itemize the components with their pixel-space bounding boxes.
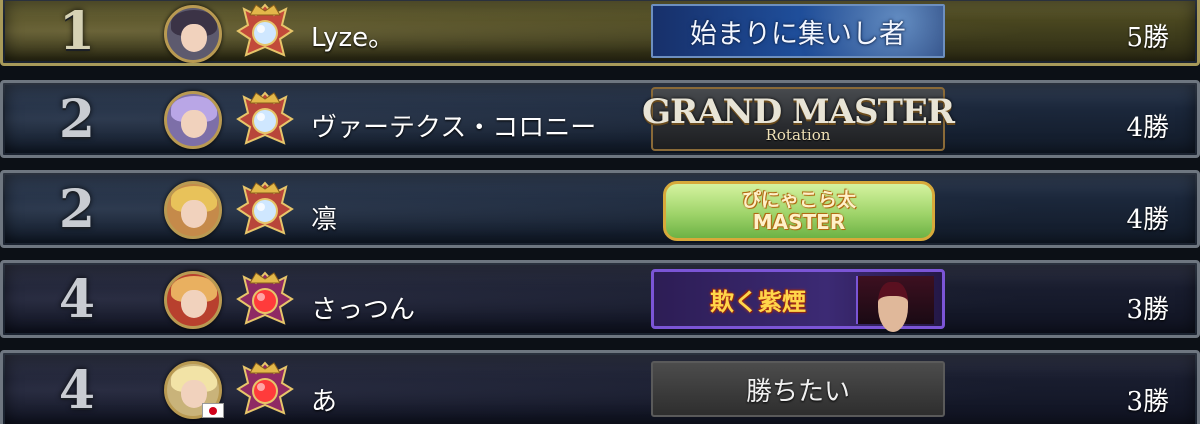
ranking-board: 1 Lyze。 始まりに集いし者 5勝 2 ヴァーテクス・コロニー GRAND … xyxy=(0,0,1200,424)
player-name: Lyze。 xyxy=(311,23,395,53)
rank-emblem-icon xyxy=(236,91,294,145)
player-avatar[interactable] xyxy=(164,181,222,239)
win-count: 3勝 xyxy=(1126,387,1169,417)
rank-number: 2 xyxy=(58,88,96,150)
japan-flag-icon xyxy=(202,403,224,418)
player-name: ヴァーテクス・コロニー xyxy=(311,113,597,143)
title-badge: 始まりに集いし者 xyxy=(651,4,945,58)
title-badge-subtext: Rotation xyxy=(765,126,831,144)
title-badge: 欺く紫煙 xyxy=(651,269,945,332)
rank-emblem-icon xyxy=(236,271,294,325)
ranking-row-5[interactable]: 4 あ 勝ちたい 3勝 xyxy=(0,350,1200,424)
win-count: 4勝 xyxy=(1126,205,1169,235)
ranking-row-4[interactable]: 4 さっつん 欺く紫煙 3勝 xyxy=(0,260,1200,338)
title-badge: ぴにゃこら太 MASTER xyxy=(663,181,935,241)
player-name: あ xyxy=(311,387,338,417)
player-avatar[interactable] xyxy=(164,271,222,329)
win-count: 4勝 xyxy=(1126,113,1169,143)
title-badge: 勝ちたい xyxy=(651,361,945,417)
win-count: 3勝 xyxy=(1126,295,1169,325)
ranking-row-2[interactable]: 2 ヴァーテクス・コロニー GRAND MASTER Rotation 4勝 xyxy=(0,80,1200,158)
rank-number: 4 xyxy=(58,359,96,421)
rank-emblem-icon xyxy=(236,3,294,57)
title-badge-text: 勝ちたい xyxy=(745,376,850,407)
player-name: さっつん xyxy=(311,295,416,325)
ranking-row-3[interactable]: 2 凛 ぴにゃこら太 MASTER 4勝 xyxy=(0,170,1200,248)
player-avatar[interactable] xyxy=(164,91,222,149)
title-badge-text: GRAND MASTER xyxy=(641,92,955,132)
win-count: 5勝 xyxy=(1126,23,1169,53)
rank-emblem-icon xyxy=(236,181,294,235)
player-avatar[interactable] xyxy=(164,5,222,63)
title-badge-subtext: MASTER xyxy=(752,210,846,234)
rank-number: 2 xyxy=(58,178,96,240)
title-badge-text: 始まりに集いし者 xyxy=(690,18,906,50)
player-name: 凛 xyxy=(311,205,338,235)
rank-number: 4 xyxy=(58,268,96,330)
title-badge: GRAND MASTER Rotation xyxy=(642,87,955,151)
rank-number: 1 xyxy=(58,0,96,62)
title-badge-text: 欺く紫煙 xyxy=(710,287,806,316)
badge-portrait-image xyxy=(856,276,934,332)
rank-emblem-icon xyxy=(236,361,294,415)
ranking-row-1[interactable]: 1 Lyze。 始まりに集いし者 5勝 xyxy=(0,0,1200,66)
title-badge-text: ぴにゃこら太 xyxy=(741,189,856,211)
